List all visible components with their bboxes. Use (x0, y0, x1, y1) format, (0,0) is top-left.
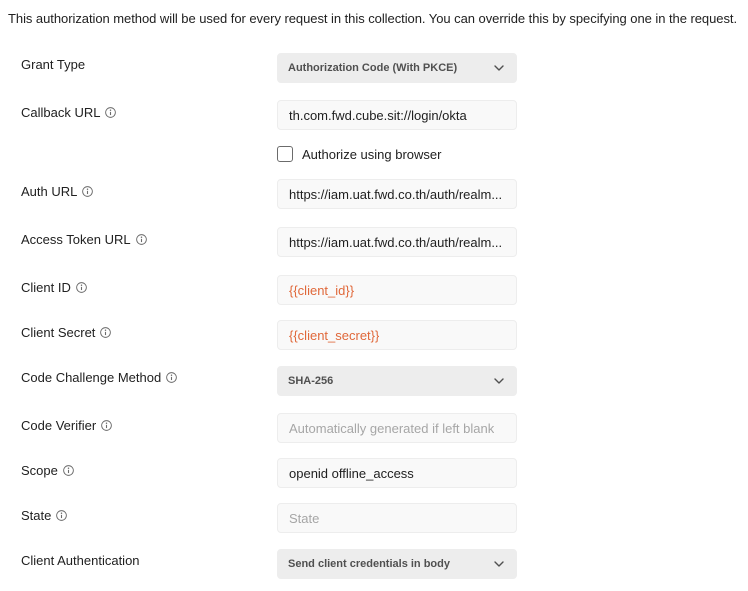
access-token-url-label-text: Access Token URL (21, 231, 131, 247)
auth-url-label: Auth URL (21, 182, 94, 200)
client-secret-label-text: Client Secret (21, 324, 96, 340)
grant-type-value: Authorization Code (With PKCE) (288, 62, 458, 74)
callback-url-value: th.com.fwd.cube.sit://login/okta (289, 107, 467, 123)
client-id-value: {{client_id}} (289, 282, 355, 298)
code-challenge-method-select[interactable]: SHA-256 (277, 366, 517, 396)
info-icon[interactable] (101, 419, 112, 431)
client-id-label: Client ID (21, 278, 87, 296)
code-challenge-method-label: Code Challenge Method (21, 368, 178, 386)
grant-type-select[interactable]: Authorization Code (With PKCE) (277, 53, 517, 83)
scope-value: openid offline_access (289, 465, 414, 481)
code-verifier-placeholder: Automatically generated if left blank (289, 420, 495, 436)
client-authentication-label-text: Client Authentication (21, 552, 140, 568)
chevron-down-icon (494, 561, 504, 567)
auth-notice-text: This authorization method will be used f… (8, 11, 738, 26)
state-label: State (21, 506, 68, 524)
info-icon[interactable] (82, 185, 94, 197)
callback-url-label: Callback URL (21, 103, 117, 121)
info-icon[interactable] (56, 509, 68, 521)
authorize-browser-checkbox[interactable] (277, 146, 293, 162)
grant-type-label-text: Grant Type (21, 56, 86, 72)
info-icon[interactable] (63, 464, 74, 476)
access-token-url-label: Access Token URL (21, 230, 147, 248)
auth-url-label-text: Auth URL (21, 183, 78, 199)
info-icon[interactable] (76, 281, 87, 293)
state-input[interactable]: State (277, 503, 517, 533)
code-verifier-input[interactable]: Automatically generated if left blank (277, 413, 517, 443)
callback-url-label-text: Callback URL (21, 104, 101, 120)
authorize-browser-row: Authorize using browser (277, 145, 441, 163)
scope-input[interactable]: openid offline_access (277, 458, 517, 488)
client-authentication-select[interactable]: Send client credentials in body (277, 549, 517, 579)
client-secret-label: Client Secret (21, 323, 112, 341)
client-authentication-label: Client Authentication (21, 551, 140, 569)
client-id-label-text: Client ID (21, 279, 71, 295)
chevron-down-icon (494, 378, 504, 384)
auth-settings-panel: This authorization method will be used f… (0, 0, 748, 591)
chevron-down-icon (494, 65, 504, 71)
client-secret-input[interactable]: {{client_secret}} (277, 320, 517, 350)
code-verifier-label-text: Code Verifier (21, 417, 97, 433)
code-challenge-method-value: SHA-256 (288, 375, 334, 387)
info-icon[interactable] (135, 233, 147, 245)
auth-url-input[interactable]: https://iam.uat.fwd.co.th/auth/realm... (277, 179, 517, 209)
auth-url-value: https://iam.uat.fwd.co.th/auth/realm... (289, 186, 503, 202)
scope-label: Scope (21, 461, 74, 479)
access-token-url-value: https://iam.uat.fwd.co.th/auth/realm... (289, 234, 503, 250)
code-challenge-method-label-text: Code Challenge Method (21, 369, 162, 385)
client-secret-value: {{client_secret}} (289, 327, 380, 343)
client-id-input[interactable]: {{client_id}} (277, 275, 517, 305)
authorize-browser-label[interactable]: Authorize using browser (302, 147, 441, 162)
grant-type-label: Grant Type (21, 55, 85, 73)
state-label-text: State (21, 507, 52, 523)
callback-url-input[interactable]: th.com.fwd.cube.sit://login/okta (277, 100, 517, 130)
info-icon[interactable] (105, 106, 117, 118)
client-authentication-value: Send client credentials in body (288, 558, 450, 570)
access-token-url-input[interactable]: https://iam.uat.fwd.co.th/auth/realm... (277, 227, 517, 257)
code-verifier-label: Code Verifier (21, 416, 112, 434)
scope-label-text: Scope (21, 462, 58, 478)
info-icon[interactable] (166, 371, 178, 383)
state-placeholder: State (289, 510, 320, 526)
info-icon[interactable] (100, 326, 112, 338)
